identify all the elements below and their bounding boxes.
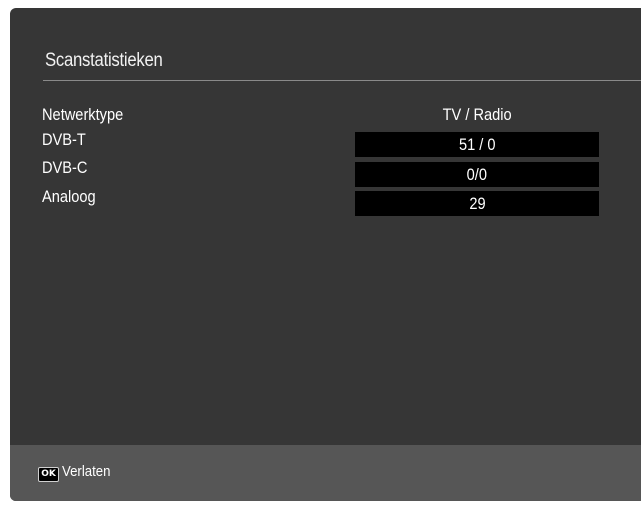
network-type-header: Netwerktype <box>42 105 124 124</box>
row-value-dvb-c: 0/0 <box>355 162 599 187</box>
exit-button[interactable]: Verlaten <box>62 463 110 480</box>
footer-bar: OK Verlaten <box>10 445 641 501</box>
row-label-analoog: Analoog <box>42 187 96 206</box>
ok-button-icon: OK <box>38 467 59 482</box>
row-value-dvb-t: 51 / 0 <box>355 132 599 157</box>
dialog-title: Scanstatistieken <box>45 50 163 71</box>
scan-statistics-dialog: Scanstatistieken Netwerktype TV / Radio … <box>10 8 641 501</box>
row-label-dvb-t: DVB-T <box>42 130 86 149</box>
row-label-dvb-c: DVB-C <box>42 158 88 177</box>
tv-radio-header: TV / Radio <box>442 105 512 124</box>
row-value-analoog: 29 <box>355 191 599 216</box>
title-divider <box>43 80 641 81</box>
